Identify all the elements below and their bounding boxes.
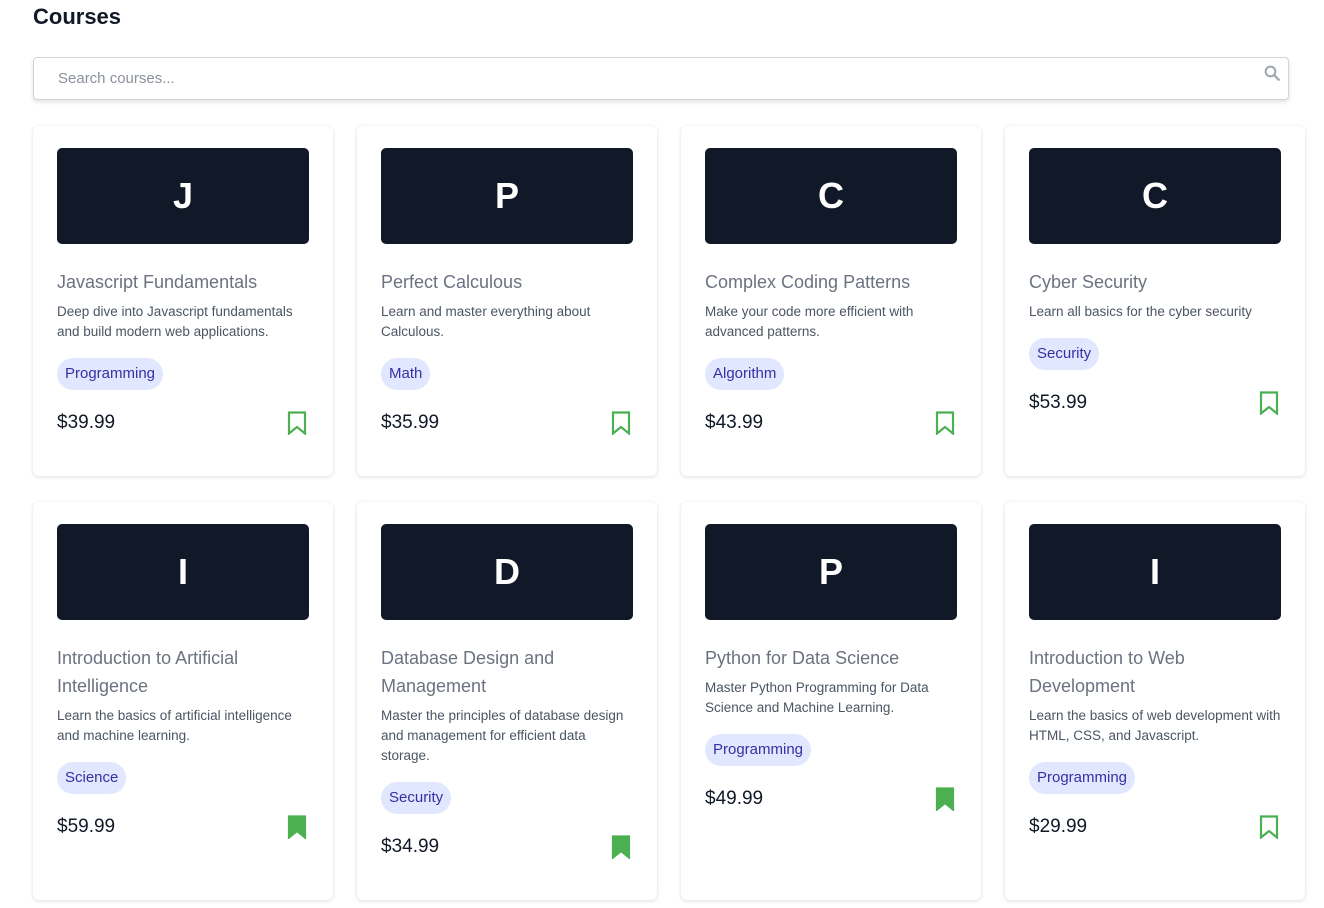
course-card[interactable]: P Perfect Calculous Learn and master eve… [357,126,657,476]
course-description: Learn all basics for the cyber security [1029,304,1252,319]
course-footer: $49.99 [705,784,957,814]
bookmark-outline-icon[interactable] [287,411,307,435]
search-icon[interactable] [1263,64,1281,82]
course-thumbnail: C [1029,148,1281,244]
course-price: $43.99 [705,412,764,433]
course-tag: Programming [57,358,164,390]
course-price: $29.99 [1029,816,1088,837]
search-input[interactable] [34,58,1288,99]
course-thumbnail: D [381,524,633,620]
course-description: Master Python Programming for Data Scien… [705,680,929,715]
bookmark-filled-icon[interactable] [287,815,307,839]
course-footer: $59.99 [57,812,309,842]
courses-page: Courses J Javascript Fundamentals Deep d… [0,0,1324,908]
course-thumbnail: P [381,148,633,244]
bookmark-filled-icon[interactable] [935,787,955,811]
course-footer: $34.99 [381,832,633,862]
course-price: $35.99 [381,412,440,433]
course-thumbnail: J [57,148,309,244]
course-title: Database Design and Management [381,648,555,696]
course-card[interactable]: C Cyber Security Learn all basics for th… [1005,126,1305,476]
course-footer: $53.99 [1029,388,1281,418]
course-card[interactable]: P Python for Data Science Master Python … [681,502,981,900]
course-footer: $39.99 [57,408,309,438]
course-footer: $43.99 [705,408,957,438]
course-footer: $29.99 [1029,812,1281,842]
bookmark-outline-icon[interactable] [1259,391,1279,415]
course-title: Cyber Security [1029,272,1148,292]
course-title: Introduction to Web Development [1029,648,1185,696]
course-description: Master the principles of database design… [381,708,624,763]
course-title: Introduction to Artificial Intelligence [57,648,239,696]
course-card[interactable]: D Database Design and Management Master … [357,502,657,900]
course-card[interactable]: I Introduction to Web Development Learn … [1005,502,1305,900]
course-price: $34.99 [381,836,440,857]
course-thumbnail: I [1029,524,1281,620]
bookmark-outline-icon[interactable] [1259,815,1279,839]
course-description: Learn the basics of web development with… [1029,708,1281,743]
course-description: Make your code more efficient with advan… [705,304,914,339]
course-title: Javascript Fundamentals [57,272,258,292]
course-thumbnail: P [705,524,957,620]
course-tag: Math [381,358,431,390]
course-thumbnail: C [705,148,957,244]
course-title: Complex Coding Patterns [705,272,911,292]
course-card[interactable]: C Complex Coding Patterns Make your code… [681,126,981,476]
course-thumbnail: I [57,524,309,620]
course-tag: Algorithm [705,358,785,390]
course-description: Learn and master everything about Calcul… [381,304,591,339]
bookmark-outline-icon[interactable] [935,411,955,435]
course-tag: Science [57,762,127,794]
course-tag: Programming [1029,762,1136,794]
search-bar [33,57,1289,100]
course-price: $59.99 [57,816,116,837]
course-grid: J Javascript Fundamentals Deep dive into… [33,126,1305,900]
course-card[interactable]: I Introduction to Artificial Intelligenc… [33,502,333,900]
course-tag: Programming [705,734,812,766]
course-price: $53.99 [1029,392,1088,413]
course-tag: Security [1029,338,1100,370]
course-title: Python for Data Science [705,648,900,668]
course-footer: $35.99 [381,408,633,438]
course-tag: Security [381,782,452,814]
course-title: Perfect Calculous [381,272,523,292]
course-card[interactable]: J Javascript Fundamentals Deep dive into… [33,126,333,476]
course-price: $49.99 [705,788,764,809]
course-price: $39.99 [57,412,116,433]
course-description: Learn the basics of artificial intellige… [57,708,292,743]
page-title: Courses [33,4,122,29]
bookmark-filled-icon[interactable] [611,835,631,859]
bookmark-outline-icon[interactable] [611,411,631,435]
course-description: Deep dive into Javascript fundamentals a… [57,304,293,339]
